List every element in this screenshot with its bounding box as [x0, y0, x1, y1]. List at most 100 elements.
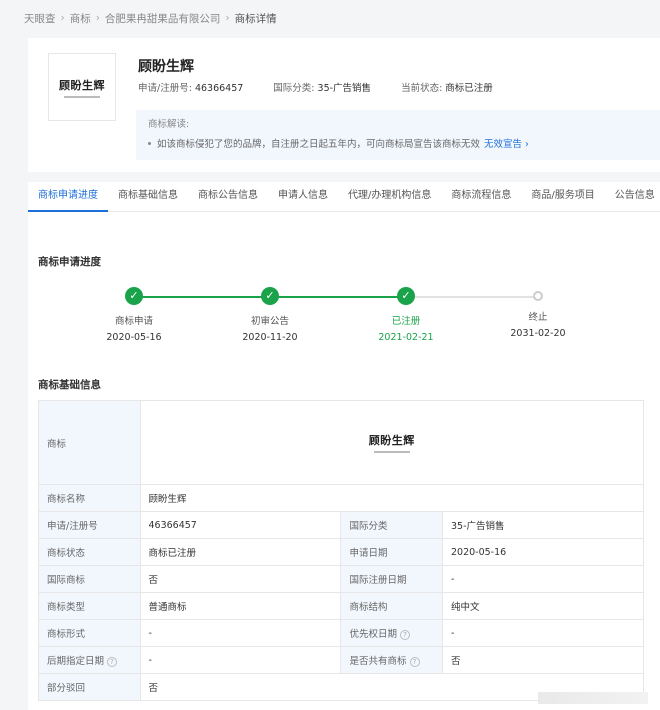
table-logo-cell: 顾盼生辉: [139, 400, 644, 485]
table-row: 后期指定日期? - 是否共有商标? 否: [38, 646, 645, 674]
table-value: 2020-05-16: [441, 538, 645, 566]
trademark-info-table: 商标 顾盼生辉 商标名称 顾盼生辉 申请/注册号 46366457 国际分类 3…: [38, 400, 645, 701]
progress-step-current: ✓ 已注册 2021-02-21: [356, 287, 456, 343]
tab-process-info[interactable]: 商标流程信息: [441, 182, 521, 212]
breadcrumb-separator-icon: ›: [95, 12, 100, 24]
progress-step: ✓ 商标申请 2020-05-16: [84, 287, 184, 343]
trademark-image: 顾盼生辉: [357, 411, 426, 474]
meta-status-value: 商标已注册: [445, 83, 493, 94]
table-label-with-help: 后期指定日期?: [38, 646, 141, 674]
progress-step: ✓ 初审公告 2020-11-20: [220, 287, 320, 343]
table-value: 普通商标: [139, 592, 342, 620]
check-icon: ✓: [261, 287, 279, 305]
check-icon: ✓: [397, 287, 415, 305]
trademark-content-card: 商标申请进度 商标基础信息 商标公告信息 申请人信息 代理/办理机构信息 商标流…: [28, 182, 660, 710]
tab-announcement-info[interactable]: 商标公告信息: [188, 182, 268, 212]
table-value: 46366457: [139, 511, 342, 539]
meta-status: 当前状态: 商标已注册: [401, 80, 493, 94]
step-label: 终止: [528, 312, 548, 323]
application-progress: ✓ 商标申请 2020-05-16 ✓ 初审公告 2020-11-20 ✓ 已注…: [28, 282, 660, 343]
table-label-text: 后期指定日期: [47, 656, 105, 667]
tab-applicant-info[interactable]: 申请人信息: [268, 182, 338, 212]
table-label: 国际商标: [38, 565, 141, 593]
help-icon[interactable]: ?: [400, 629, 410, 640]
table-value: -: [441, 565, 645, 593]
tab-goods-services[interactable]: 商品/服务项目: [521, 182, 604, 212]
table-value: -: [139, 646, 342, 674]
notice-body: 如该商标侵犯了您的品牌，自注册之日起五年内，可向商标局宣告该商标无效 无效宣告 ›: [148, 136, 648, 150]
pending-circle-icon: [533, 291, 543, 301]
table-value: 商标已注册: [139, 538, 342, 566]
table-label: 商标: [38, 400, 141, 485]
notice-text: 如该商标侵犯了您的品牌，自注册之日起五年内，可向商标局宣告该商标无效: [157, 139, 481, 150]
table-row: 商标类型 普通商标 商标结构 纯中文: [38, 592, 645, 620]
table-row: 商标状态 商标已注册 申请日期 2020-05-16: [38, 538, 645, 566]
meta-intl-class: 国际分类: 35-广告销售: [273, 80, 371, 94]
table-value: -: [139, 619, 342, 647]
table-label: 商标类型: [38, 592, 141, 620]
trademark-notice: 商标解读: 如该商标侵犯了您的品牌，自注册之日起五年内，可向商标局宣告该商标无效…: [136, 110, 660, 160]
table-label: 国际注册日期: [340, 565, 443, 593]
step-label: 商标申请: [114, 316, 153, 327]
table-label: 商标结构: [340, 592, 443, 620]
table-label-with-help: 是否共有商标?: [340, 646, 443, 674]
table-row: 商标 顾盼生辉: [38, 400, 644, 485]
table-value: 纯中文: [441, 592, 645, 620]
progress-step: 终止 2031-02-20: [488, 287, 588, 339]
table-label-text: 优先权日期: [349, 629, 397, 640]
table-value: 否: [139, 565, 342, 593]
breadcrumb-item-trademark[interactable]: 商标: [70, 11, 91, 26]
trademark-logo-text: 顾盼生辉: [59, 78, 105, 92]
breadcrumb-item-current: 商标详情: [234, 12, 277, 25]
step-date: 2020-11-20: [242, 332, 298, 343]
breadcrumb-item-tianyancha[interactable]: 天眼查: [24, 11, 56, 26]
invalid-declaration-link[interactable]: 无效宣告 ›: [484, 139, 529, 150]
table-label-with-help: 优先权日期?: [340, 619, 443, 647]
tab-bar: 商标申请进度 商标基础信息 商标公告信息 申请人信息 代理/办理机构信息 商标流…: [28, 182, 660, 212]
table-row: 国际商标 否 国际注册日期 -: [38, 565, 645, 593]
meta-reg-no: 申请/注册号: 46366457: [138, 80, 243, 94]
notice-title: 商标解读:: [148, 119, 190, 130]
step-date: 2021-02-21: [378, 332, 434, 343]
tab-basic-info[interactable]: 商标基础信息: [108, 182, 188, 212]
table-label: 申请日期: [340, 538, 443, 566]
trademark-logo-underline: [64, 95, 100, 98]
table-label: 申请/注册号: [38, 511, 141, 539]
trademark-logo: 顾盼生辉: [48, 53, 116, 121]
meta-reg-no-value: 46366457: [194, 83, 244, 94]
table-label-text: 是否共有商标: [349, 656, 407, 667]
table-row: 商标形式 - 优先权日期? -: [38, 619, 645, 647]
tab-application-progress[interactable]: 商标申请进度: [28, 182, 108, 212]
table-label: 商标状态: [38, 538, 141, 566]
info-section-title: 商标基础信息: [38, 379, 101, 391]
breadcrumb-item-company[interactable]: 合肥果冉甜果品有限公司: [105, 11, 221, 26]
trademark-image-underline: [373, 451, 410, 453]
breadcrumb-separator-icon: ›: [225, 12, 230, 24]
check-icon: ✓: [125, 287, 143, 305]
step-label: 已注册: [391, 316, 421, 327]
trademark-meta: 申请/注册号: 46366457 国际分类: 35-广告销售 当前状态: 商标已…: [138, 80, 523, 94]
tab-agency-info[interactable]: 代理/办理机构信息: [338, 182, 441, 212]
step-date: 2031-02-20: [510, 328, 566, 339]
meta-reg-no-label: 申请/注册号:: [138, 83, 192, 94]
table-label: 国际分类: [340, 511, 443, 539]
step-label: 初审公告: [250, 316, 289, 327]
help-icon[interactable]: ?: [107, 656, 118, 667]
tab-public-notice[interactable]: 公告信息: [605, 182, 660, 212]
table-label: 部分驳回: [38, 673, 141, 701]
progress-section-title: 商标申请进度: [38, 256, 101, 268]
table-value: -: [441, 619, 645, 647]
table-row: 商标名称 顾盼生辉: [38, 484, 644, 512]
breadcrumb: 天眼查 › 商标 › 合肥果冉甜果品有限公司 › 商标详情: [24, 10, 277, 26]
table-row: 申请/注册号 46366457 国际分类 35-广告销售: [38, 511, 645, 539]
help-icon[interactable]: ?: [409, 656, 420, 667]
table-value: 35-广告销售: [441, 511, 645, 539]
table-label: 商标名称: [38, 484, 141, 512]
bullet-icon: [148, 142, 151, 145]
meta-intl-class-label: 国际分类:: [273, 83, 315, 94]
table-label: 商标形式: [38, 619, 141, 647]
trademark-title: 顾盼生辉: [138, 59, 194, 75]
meta-intl-class-value: 35-广告销售: [317, 83, 372, 94]
trademark-header-card: 顾盼生辉 顾盼生辉 申请/注册号: 46366457 国际分类: 35-广告销售…: [28, 38, 660, 172]
breadcrumb-separator-icon: ›: [60, 12, 65, 24]
